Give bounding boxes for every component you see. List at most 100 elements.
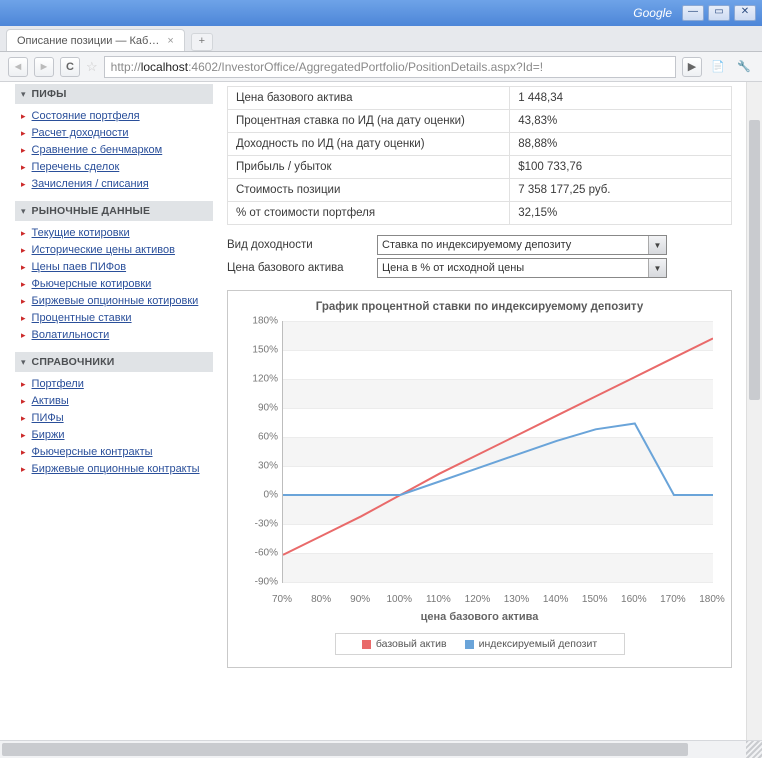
legend-label: базовый актив (376, 638, 447, 650)
sidebar-item[interactable]: ▸ Сравнение с бенчмарком (21, 142, 213, 159)
bullet-icon: ▸ (21, 162, 26, 173)
x-tick: 100% (386, 594, 412, 605)
sidebar-link[interactable]: ПИФы (32, 411, 64, 426)
page-icon[interactable]: 📄 (708, 57, 728, 77)
table-row: Процентная ставка по ИД (на дату оценки)… (228, 110, 732, 133)
base-price-select[interactable]: Цена в % от исходной цены▼ (377, 258, 667, 278)
go-button[interactable]: ▶ (682, 57, 702, 77)
sidebar-item[interactable]: ▸Исторические цены активов (21, 242, 213, 259)
chevron-down-icon: ▾ (21, 357, 26, 368)
wrench-icon[interactable]: 🔧 (734, 57, 754, 77)
sidebar-item[interactable]: ▸ Перечень сделок (21, 159, 213, 176)
x-tick: 180% (699, 594, 725, 605)
sidebar-item[interactable]: ▸Волатильности (21, 327, 213, 344)
sidebar-link[interactable]: Цены паев ПИФов (32, 260, 127, 275)
bullet-icon: ▸ (21, 430, 26, 441)
bullet-icon: ▸ (21, 145, 26, 156)
chart-legend: базовый актив индексируемый депозит (335, 633, 625, 655)
sidebar-item[interactable]: ▸ Состояние портфеля (21, 108, 213, 125)
chevron-down-icon: ▾ (21, 89, 26, 100)
legend-swatch-red (362, 640, 371, 649)
sidebar-section-market[interactable]: ▾РЫНОЧНЫЕ ДАННЫЕ (15, 201, 213, 221)
resize-grip[interactable] (746, 741, 762, 758)
bullet-icon: ▸ (21, 396, 26, 407)
window-titlebar: Google — ▭ ✕ (0, 0, 762, 26)
close-tab-icon[interactable]: × (167, 35, 173, 47)
address-bar[interactable]: http://localhost:4602/InvestorOffice/Agg… (104, 56, 676, 78)
sidebar-item[interactable]: ▸Портфели (21, 376, 213, 393)
sidebar-link[interactable]: Исторические цены активов (32, 243, 175, 258)
reload-button[interactable]: C (60, 57, 80, 77)
sidebar-link[interactable]: Волатильности (32, 328, 110, 343)
sidebar-link[interactable]: Биржевые опционные котировки (32, 294, 199, 309)
sidebar-link[interactable]: Расчет доходности (32, 126, 129, 141)
sidebar-link[interactable]: Портфели (32, 377, 84, 392)
sidebar-link[interactable]: Сравнение с бенчмарком (32, 143, 163, 158)
legend-swatch-blue (465, 640, 474, 649)
y-tick: 180% (238, 316, 278, 327)
y-tick: 150% (238, 345, 278, 356)
sidebar-section-pify[interactable]: ▾ПИФЫ (15, 84, 213, 104)
row-value: 7 358 177,25 руб. (510, 179, 732, 202)
sidebar-link[interactable]: Биржи (32, 428, 65, 443)
bullet-icon: ▸ (21, 279, 26, 290)
vertical-scrollbar[interactable] (746, 82, 762, 740)
sidebar-item[interactable]: ▸ Биржи (21, 427, 213, 444)
sidebar-item[interactable]: ▸Биржевые опционные контракты (21, 461, 213, 478)
sidebar-item[interactable]: ▸ПИФы (21, 410, 213, 427)
bullet-icon: ▸ (21, 313, 26, 324)
sidebar-link[interactable]: Процентные ставки (32, 311, 132, 326)
tab-strip: Описание позиции — Каб… × + (0, 26, 762, 52)
bookmark-icon[interactable]: ☆ (86, 59, 98, 75)
yield-type-label: Вид доходности (227, 239, 377, 251)
y-tick: -90% (238, 577, 278, 588)
sidebar-item[interactable]: ▸Текущие котировки (21, 225, 213, 242)
sidebar-link[interactable]: Биржевые опционные контракты (32, 462, 200, 477)
sidebar-link[interactable]: Активы (32, 394, 69, 409)
row-key: Прибыль / убыток (228, 156, 510, 179)
sidebar-item[interactable]: ▸ Фьючерсные контракты (21, 444, 213, 461)
bullet-icon: ▸ (21, 111, 26, 122)
base-price-label: Цена базового актива (227, 262, 377, 274)
tab-title: Описание позиции — Каб… (17, 35, 159, 47)
bullet-icon: ▸ (21, 447, 26, 458)
sidebar-link[interactable]: Состояние портфеля (32, 109, 140, 124)
new-tab-button[interactable]: + (191, 33, 213, 51)
forward-button[interactable]: ► (34, 57, 54, 77)
sidebar-item[interactable]: ▸Зачисления / списания (21, 176, 213, 193)
x-tick: 150% (582, 594, 608, 605)
yield-type-select[interactable]: Ставка по индексируемому депозиту ▼ (377, 235, 667, 255)
sidebar-item[interactable]: ▸ Процентные ставки (21, 310, 213, 327)
back-button[interactable]: ◄ (8, 57, 28, 77)
chevron-down-icon: ▼ (648, 236, 666, 254)
sidebar-link[interactable]: Зачисления / списания (32, 177, 149, 192)
x-tick: 140% (543, 594, 569, 605)
sidebar-item[interactable]: ▸Расчет доходности (21, 125, 213, 142)
sidebar-section-refs[interactable]: ▾СПРАВОЧНИКИ (15, 352, 213, 372)
maximize-button[interactable]: ▭ (708, 5, 730, 21)
y-tick: 120% (238, 374, 278, 385)
browser-tab[interactable]: Описание позиции — Каб… × (6, 29, 185, 51)
x-tick: 80% (311, 594, 331, 605)
row-key: Процентная ставка по ИД (на дату оценки) (228, 110, 510, 133)
sidebar-link[interactable]: Текущие котировки (32, 226, 130, 241)
close-button[interactable]: ✕ (734, 5, 756, 21)
select-value: Ставка по индексируемому депозиту (382, 239, 571, 251)
sidebar-link[interactable]: Перечень сделок (32, 160, 120, 175)
sidebar-item[interactable]: ▸ Биржевые опционные котировки (21, 293, 213, 310)
horizontal-scrollbar[interactable] (0, 742, 746, 757)
sidebar-item[interactable]: ▸Цены паев ПИФов (21, 259, 213, 276)
x-tick: 120% (465, 594, 491, 605)
table-row: Стоимость позиции7 358 177,25 руб. (228, 179, 732, 202)
bullet-icon: ▸ (21, 296, 26, 307)
x-tick: 90% (350, 594, 370, 605)
y-tick: 30% (238, 461, 278, 472)
sidebar-item[interactable]: ▸ Фьючерсные котировки (21, 276, 213, 293)
select-value: Цена в % от исходной цены (382, 262, 524, 274)
row-value: 88,88% (510, 133, 732, 156)
sidebar-item[interactable]: ▸ Активы (21, 393, 213, 410)
sidebar-link[interactable]: Фьючерсные котировки (32, 277, 152, 292)
sidebar-link[interactable]: Фьючерсные контракты (32, 445, 153, 460)
minimize-button[interactable]: — (682, 5, 704, 21)
row-key: % от стоимости портфеля (228, 202, 510, 225)
